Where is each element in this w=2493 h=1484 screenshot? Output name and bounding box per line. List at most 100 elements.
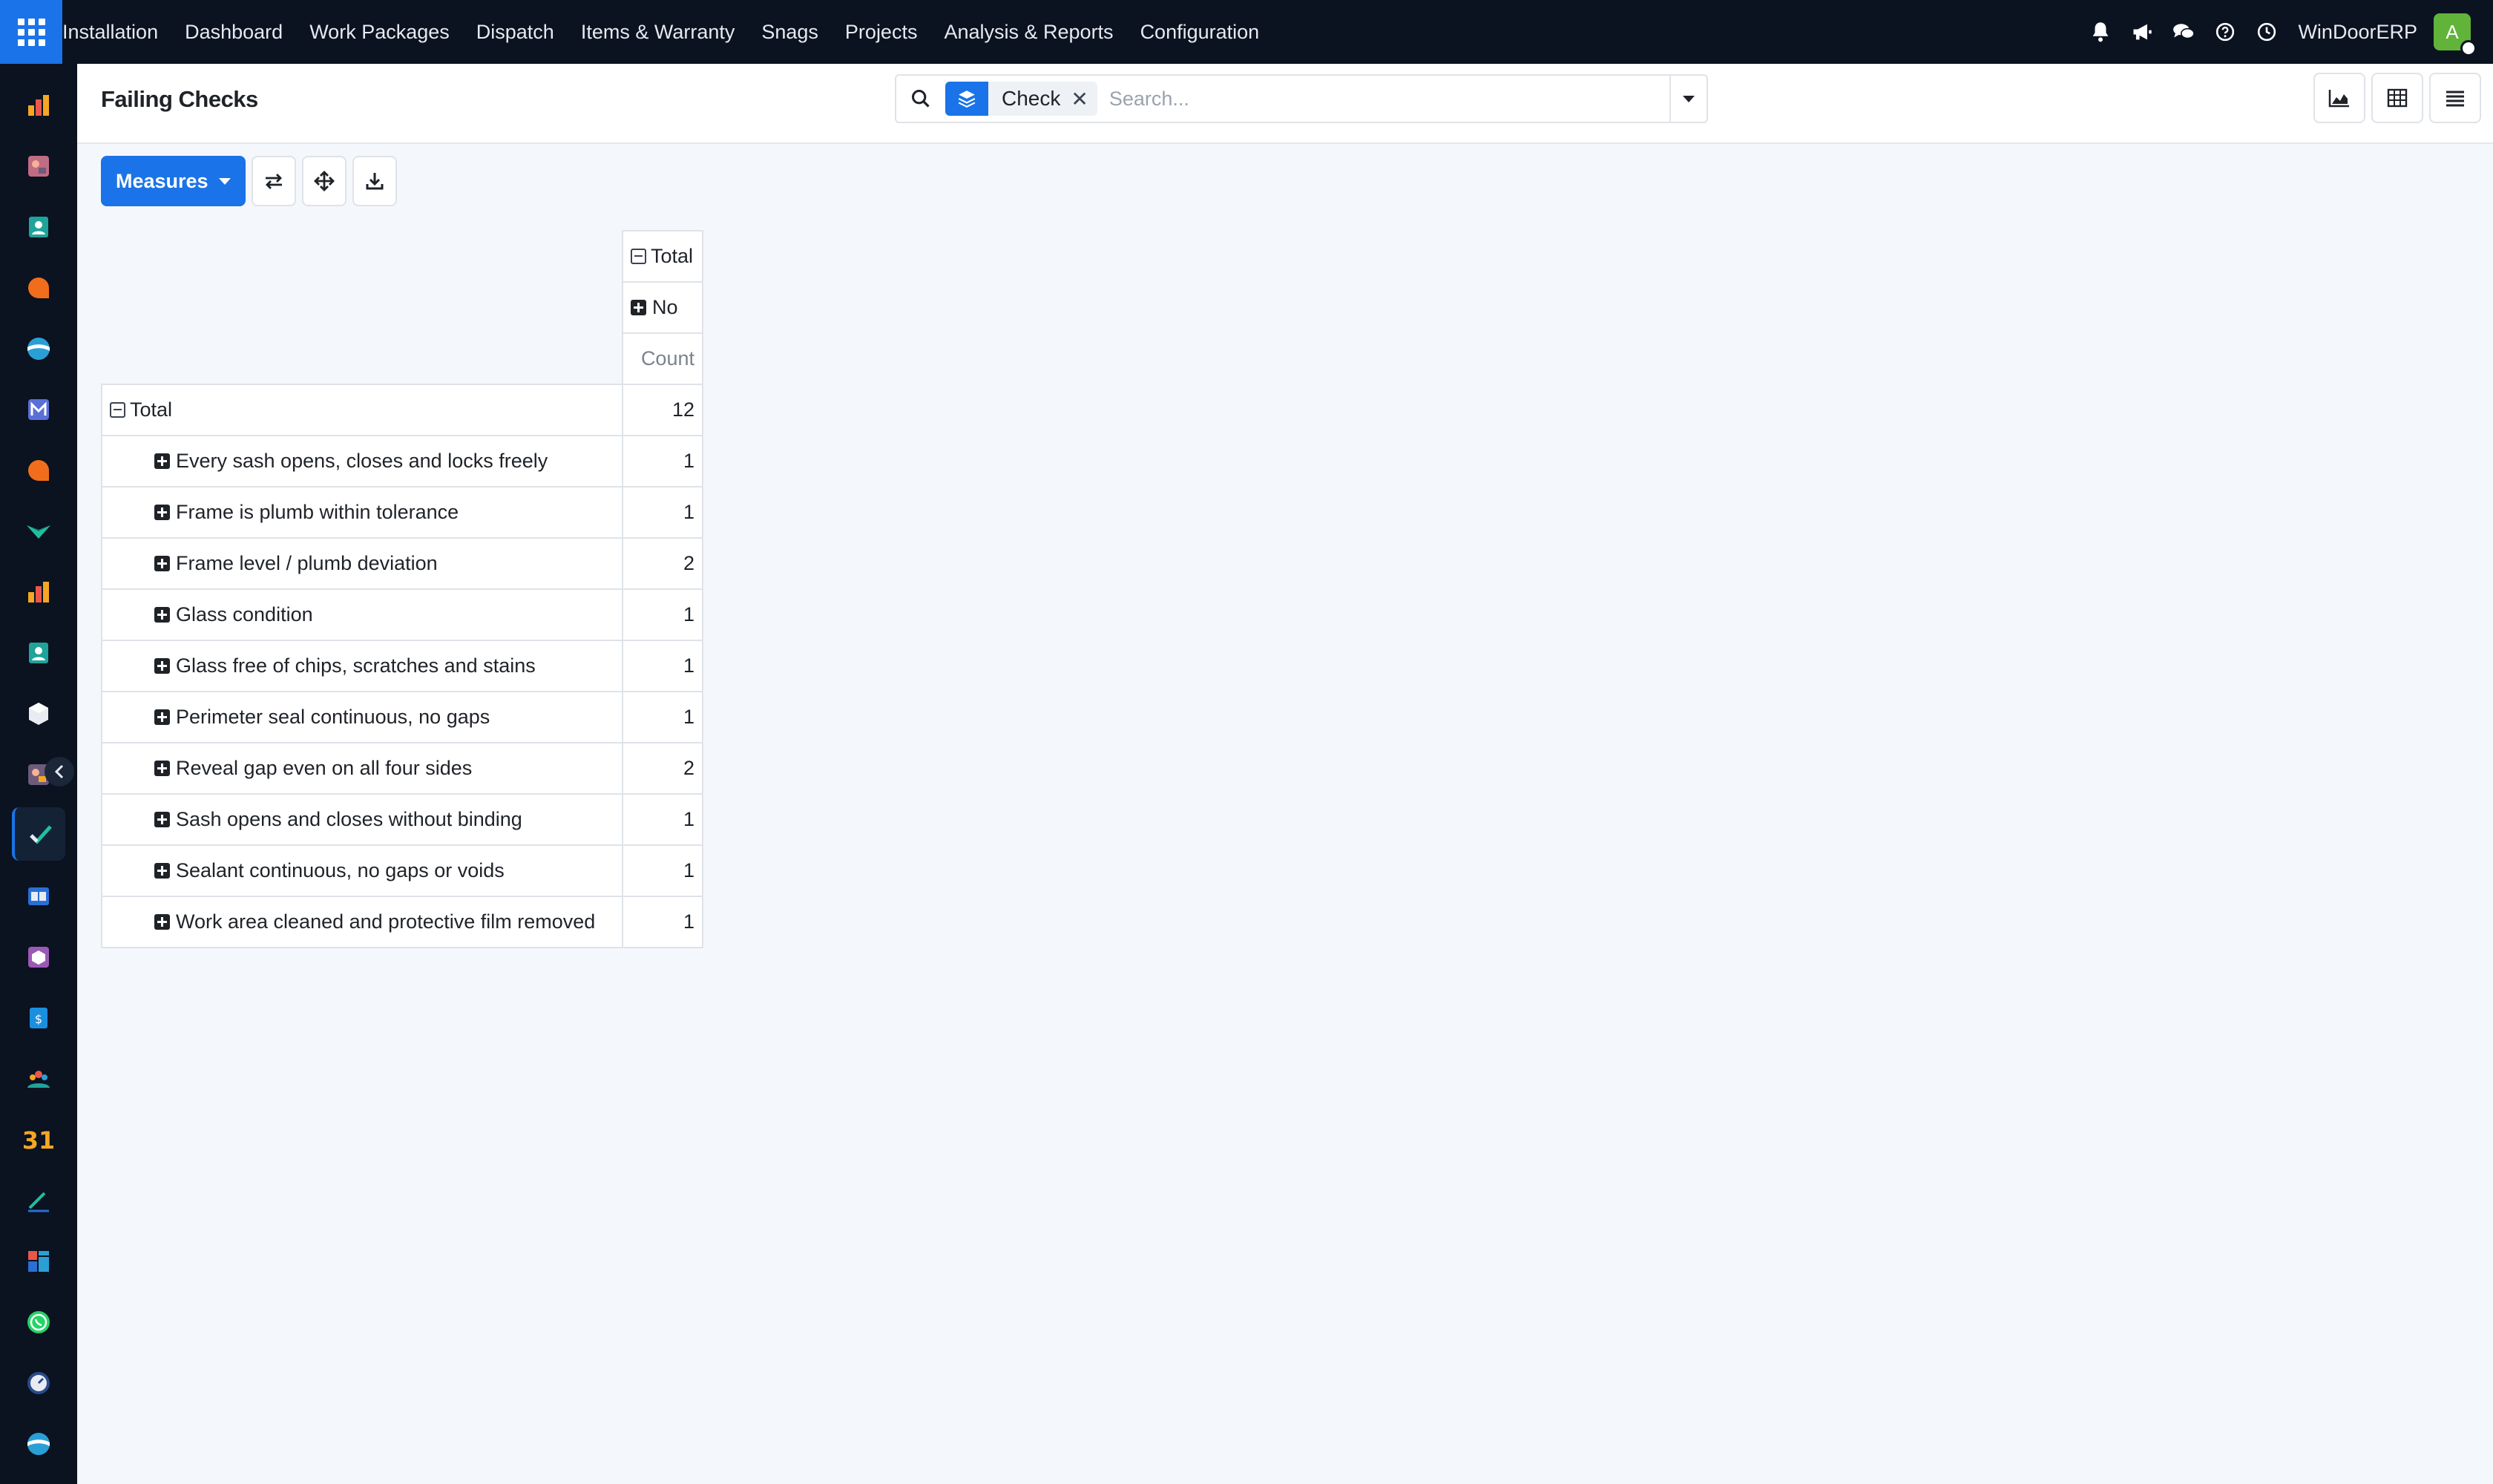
cell-count[interactable]: 2	[622, 537, 703, 590]
row-header[interactable]: Reveal gap even on all four sides	[101, 742, 623, 795]
pivot-toolbar: Measures	[101, 156, 397, 206]
col-header-no[interactable]: No	[622, 281, 703, 334]
expand-icon	[154, 709, 170, 725]
row-header[interactable]: Every sash opens, closes and locks freel…	[101, 435, 623, 487]
row-header[interactable]: Frame level / plumb deviation	[101, 537, 623, 590]
expand-icon	[154, 607, 170, 623]
search-input[interactable]	[1097, 76, 1669, 121]
cell-count[interactable]: 1	[622, 435, 703, 487]
reporting-app-icon[interactable]	[12, 565, 65, 619]
help-icon[interactable]	[2204, 0, 2246, 64]
menu-dashboard[interactable]: Dashboard	[171, 0, 296, 64]
dashboards-app-icon[interactable]	[12, 1235, 65, 1288]
layers-icon	[945, 82, 988, 116]
expand-icon	[154, 812, 170, 827]
row-header[interactable]: Work area cleaned and protective film re…	[101, 896, 623, 948]
expand-icon	[154, 556, 170, 571]
website-app-icon[interactable]	[12, 1417, 65, 1471]
status-indicator	[2460, 40, 2477, 56]
expand-icon	[154, 761, 170, 776]
whatsapp-app-icon[interactable]	[12, 1296, 65, 1349]
col-header-total[interactable]: Total	[622, 230, 703, 283]
menu-analysis-reports[interactable]: Analysis & Reports	[930, 0, 1126, 64]
cell-count[interactable]: 1	[622, 640, 703, 692]
row-header[interactable]: Perimeter seal continuous, no gaps	[101, 691, 623, 743]
table-row: Glass free of chips, scratches and stain…	[101, 640, 703, 692]
planning-app-icon[interactable]	[12, 139, 65, 193]
download-button[interactable]	[352, 156, 397, 206]
cell-count[interactable]: 1	[622, 486, 703, 539]
table-row: Frame is plumb within tolerance 1	[101, 486, 703, 539]
facet-remove-icon[interactable]: ✕	[1071, 87, 1097, 111]
menu-configuration[interactable]: Configuration	[1127, 0, 1273, 64]
menu-dispatch[interactable]: Dispatch	[463, 0, 568, 64]
svg-text:31: 31	[24, 1126, 53, 1153]
measure-header-count[interactable]: Count	[622, 332, 703, 385]
search-icon[interactable]	[896, 76, 945, 122]
menu-work-packages[interactable]: Work Packages	[296, 0, 463, 64]
pivot-table: Total No Count Total 12 Every sash opens…	[101, 230, 703, 948]
invoicing-app-icon[interactable]: $	[12, 991, 65, 1045]
pivot-view-button[interactable]	[2371, 73, 2423, 123]
page-title: Failing Checks	[101, 86, 258, 112]
cell-count[interactable]: 2	[622, 742, 703, 795]
arrows-icon	[313, 171, 335, 191]
contacts-app-icon[interactable]	[12, 200, 65, 254]
row-header[interactable]: Glass condition	[101, 588, 623, 641]
menu-snags[interactable]: Snags	[748, 0, 832, 64]
inventory-app-icon[interactable]	[12, 687, 65, 741]
pivot-corner	[102, 231, 623, 384]
megaphone-icon[interactable]	[2121, 0, 2163, 64]
crm-app-icon[interactable]	[12, 322, 65, 375]
timesheet-app-icon[interactable]	[12, 1356, 65, 1410]
search-facet: Check ✕	[945, 82, 1097, 116]
list-view-button[interactable]	[2429, 73, 2481, 123]
expand-icon	[154, 453, 170, 469]
row-header[interactable]: Sealant continuous, no gaps or voids	[101, 844, 623, 897]
cell-count[interactable]: 1	[622, 793, 703, 846]
app-menu-button[interactable]	[0, 0, 62, 64]
cell-count[interactable]: 1	[622, 588, 703, 641]
collapse-sidebar-button[interactable]	[45, 757, 74, 787]
discuss-app-icon[interactable]	[12, 261, 65, 315]
quality-app-icon[interactable]	[12, 807, 65, 861]
row-header[interactable]: Glass free of chips, scratches and stain…	[101, 640, 623, 692]
project-app-icon[interactable]	[12, 505, 65, 558]
caret-down-icon	[218, 177, 231, 185]
app-sidebar: $ 31	[0, 64, 77, 1484]
menu-projects[interactable]: Projects	[832, 0, 931, 64]
company-name[interactable]: WinDoorERP	[2298, 21, 2417, 44]
employees-app-icon[interactable]	[12, 626, 65, 680]
search-bar: Check ✕	[895, 74, 1708, 123]
cell-count[interactable]: 1	[622, 844, 703, 897]
cell-total-count[interactable]: 12	[622, 384, 703, 436]
bell-icon[interactable]	[2080, 0, 2121, 64]
clock-icon[interactable]	[2246, 0, 2287, 64]
flip-axis-button[interactable]	[251, 156, 296, 206]
grid-icon	[17, 18, 45, 46]
row-header-total[interactable]: Total	[101, 384, 623, 436]
livechat-app-icon[interactable]	[12, 444, 65, 497]
search-options-toggle[interactable]	[1669, 76, 1707, 122]
graph-view-button[interactable]	[2313, 73, 2365, 123]
menu-items-warranty[interactable]: Items & Warranty	[568, 0, 749, 64]
cell-count[interactable]: 1	[622, 691, 703, 743]
measures-button[interactable]: Measures	[101, 156, 246, 206]
row-header[interactable]: Frame is plumb within tolerance	[101, 486, 623, 539]
sales-app-icon[interactable]	[12, 79, 65, 132]
knowledge-app-icon[interactable]	[12, 870, 65, 923]
cell-count[interactable]: 1	[622, 896, 703, 948]
expand-icon	[154, 914, 170, 930]
avatar-letter: A	[2446, 20, 2459, 43]
menu-installation[interactable]: Installation	[62, 0, 171, 64]
calendar-app-icon[interactable]: 31	[12, 1113, 65, 1166]
expand-all-button[interactable]	[301, 156, 346, 206]
area-chart-icon	[2328, 90, 2349, 108]
avatar[interactable]: A	[2434, 13, 2477, 56]
sign-app-icon[interactable]	[12, 1174, 65, 1227]
team-app-icon[interactable]	[12, 1052, 65, 1106]
row-header[interactable]: Sash opens and closes without binding	[101, 793, 623, 846]
email-marketing-app-icon[interactable]	[12, 383, 65, 436]
packaging-app-icon[interactable]	[12, 930, 65, 984]
chat-icon[interactable]	[2163, 0, 2204, 64]
